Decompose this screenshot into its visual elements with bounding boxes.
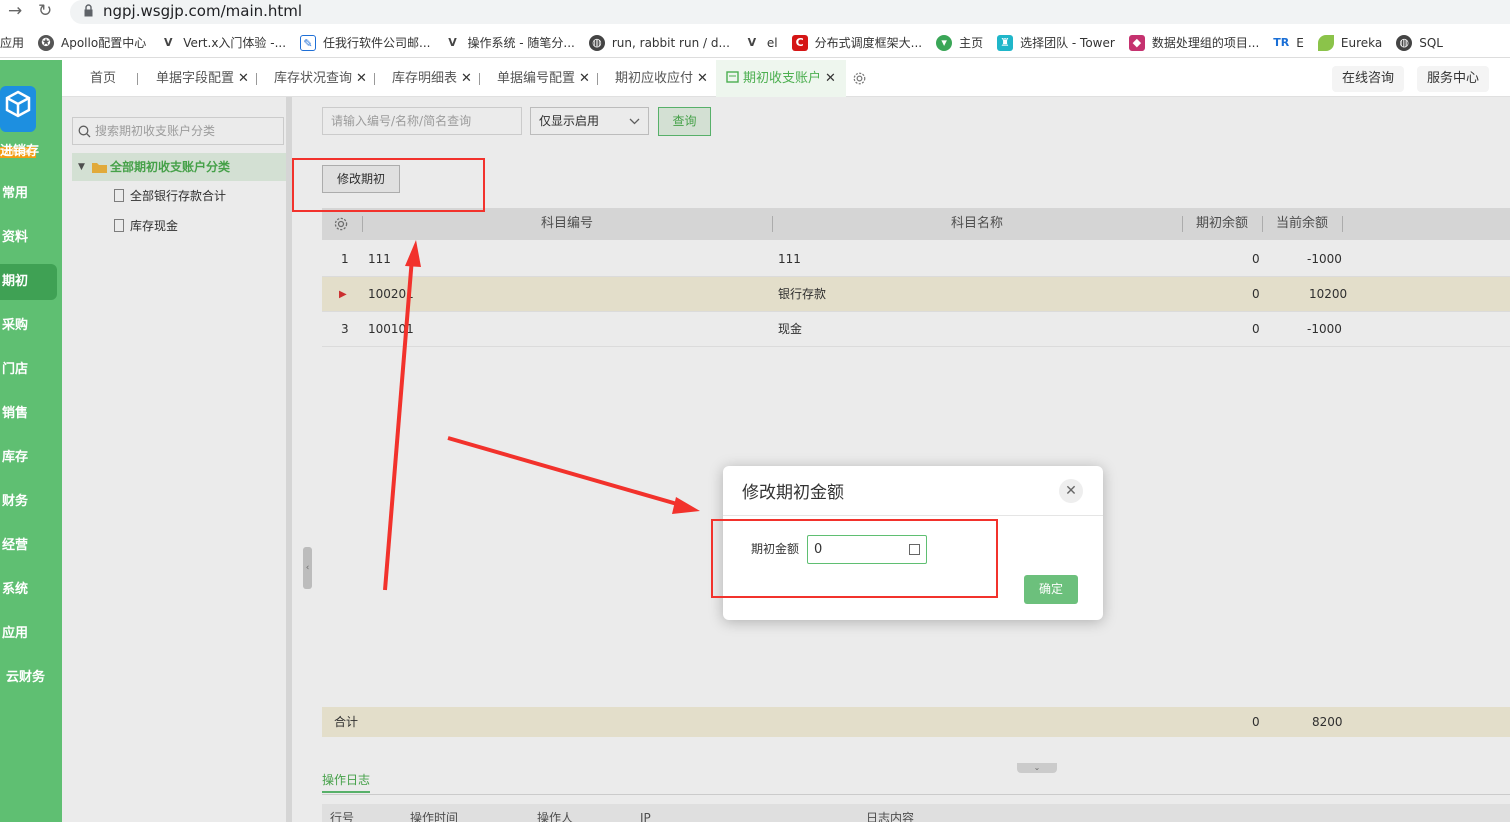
arrowhead-icon (405, 240, 421, 267)
annotation-arrows (383, 240, 700, 591)
annotation-arrow-up (383, 257, 414, 591)
annotation-arrow-right (447, 436, 685, 508)
arrowhead-icon (672, 497, 700, 514)
